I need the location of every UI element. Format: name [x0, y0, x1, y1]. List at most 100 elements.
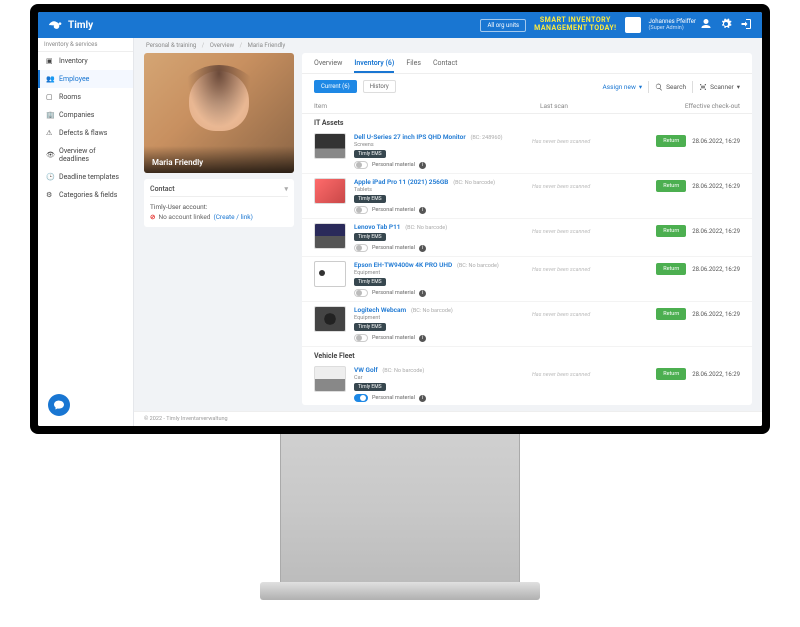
info-icon[interactable]: i [419, 162, 426, 169]
sidebar-icon: ▣ [46, 57, 54, 65]
logo[interactable]: Timly [48, 19, 93, 31]
return-button[interactable]: Return [656, 225, 686, 237]
sidebar-icon: 🕒 [46, 173, 54, 181]
item-category: Tablets [354, 187, 524, 193]
monitor-stand-neck [280, 434, 520, 584]
item-title[interactable]: Apple iPad Pro 11 (2021) 256GB [354, 178, 448, 186]
effective-date: 28.06.2022, 16:29 [692, 266, 740, 273]
item-barcode: (BC: No barcode) [457, 263, 499, 269]
return-button[interactable]: Return [656, 135, 686, 147]
return-button[interactable]: Return [656, 180, 686, 192]
item-category: Equipment [354, 315, 524, 321]
search-button[interactable]: Search [655, 83, 686, 91]
return-button[interactable]: Return [656, 308, 686, 320]
sidebar-item-label: Companies [59, 111, 94, 119]
item-barcode: (BC: No barcode) [382, 368, 424, 374]
filter-current[interactable]: Current (6) [314, 80, 357, 93]
col-last-scan: Last scan [540, 102, 640, 110]
personal-material-label: Personal material [372, 162, 415, 168]
chevron-down-icon[interactable]: ▾ [284, 185, 288, 193]
sidebar-item-label: Deadline templates [59, 173, 119, 181]
info-icon[interactable]: i [419, 395, 426, 402]
item-thumbnail[interactable] [314, 261, 346, 287]
top-bar: Timly All org units Smart Inventory Mana… [38, 12, 762, 38]
org-units-button[interactable]: All org units [480, 19, 526, 32]
tab-files[interactable]: Files [406, 59, 421, 73]
sidebar-item-inventory[interactable]: ▣Inventory [38, 52, 133, 70]
item-thumbnail[interactable] [314, 366, 346, 392]
sidebar-icon: ⚠ [46, 129, 54, 137]
sidebar-item-rooms[interactable]: ▢Rooms [38, 88, 133, 106]
personal-material-label: Personal material [372, 395, 415, 401]
tab-contact[interactable]: Contact [433, 59, 457, 73]
sidebar-icon: 👥 [46, 75, 54, 83]
sidebar-item-label: Defects & flaws [59, 129, 107, 137]
promo-banner: Smart Inventory Management Today! [534, 17, 616, 32]
crumb-b[interactable]: Overview [210, 42, 234, 49]
info-icon[interactable]: i [419, 245, 426, 252]
return-button[interactable]: Return [656, 368, 686, 380]
sidebar-item-categories-fields[interactable]: ⚙ Categories & fields [38, 186, 133, 204]
personal-material-toggle[interactable] [354, 394, 368, 402]
scanner-button[interactable]: Scanner ▾ [699, 83, 740, 91]
settings-icon[interactable] [720, 18, 732, 32]
item-tag: Timly EMS [354, 233, 386, 241]
user-menu[interactable]: Johannes Pfeiffer (Super Admin) [649, 18, 712, 33]
scanner-icon [699, 83, 707, 91]
info-icon[interactable]: i [419, 207, 426, 214]
item-thumbnail[interactable] [314, 306, 346, 332]
no-account-text: No account linked [158, 213, 210, 221]
last-scan-value: Has never been scanned [532, 133, 632, 145]
item-tag: Timly EMS [354, 195, 386, 203]
user-role: (Super Admin) [649, 25, 696, 31]
info-icon[interactable]: i [419, 290, 426, 297]
personal-material-toggle[interactable] [354, 289, 368, 297]
inventory-toolbar: Current (6) History Assign new ▾ [302, 74, 752, 99]
personal-material-toggle[interactable] [354, 161, 368, 169]
no-account-icon: ⊘ [150, 213, 155, 221]
promo-line2: Management Today! [534, 25, 616, 33]
info-icon[interactable]: i [419, 335, 426, 342]
item-title[interactable]: VW Golf [354, 366, 378, 374]
table-row: Logitech Webcam (BC: No barcode) Equipme… [302, 302, 752, 347]
logo-icon [48, 19, 64, 31]
item-thumbnail[interactable] [314, 223, 346, 249]
sidebar-item-defects-flaws[interactable]: ⚠ Defects & flaws [38, 124, 133, 142]
sidebar-item-companies[interactable]: 🏢Companies [38, 106, 133, 124]
return-button[interactable]: Return [656, 263, 686, 275]
table-body: IT Assets Dell U-Series 27 inch IPS QHD … [302, 114, 752, 405]
item-tag: Timly EMS [354, 278, 386, 286]
item-title[interactable]: Epson EH-TW9400w 4K PRO UHD [354, 261, 452, 269]
logout-icon[interactable] [740, 18, 752, 32]
create-link[interactable]: (Create / link) [213, 213, 252, 221]
tab-inventory[interactable]: Inventory (6) [354, 59, 394, 73]
sidebar-header: Inventory & services [38, 38, 133, 52]
sidebar-item-deadline-templates[interactable]: 🕒 Deadline templates [38, 168, 133, 186]
item-thumbnail[interactable] [314, 133, 346, 159]
tab-overview[interactable]: Overview [314, 59, 342, 73]
sidebar: Inventory & services ▣Inventory👥Employee… [38, 38, 134, 426]
item-tag: Timly EMS [354, 323, 386, 331]
chevron-down-icon: ▾ [737, 83, 740, 91]
col-effective: Effective check-out [640, 102, 740, 110]
sidebar-icon: ⚙ [46, 191, 54, 199]
sidebar-item-label: Categories & fields [59, 191, 117, 199]
group-vehicle-fleet: Vehicle Fleet [302, 347, 752, 362]
item-title[interactable]: Dell U-Series 27 inch IPS QHD Monitor [354, 133, 466, 141]
item-title[interactable]: Lenovo Tab P11 [354, 223, 401, 231]
personal-material-toggle[interactable] [354, 206, 368, 214]
sidebar-item-employee[interactable]: 👥Employee [38, 70, 133, 88]
effective-date: 28.06.2022, 16:29 [692, 138, 740, 145]
item-thumbnail[interactable] [314, 178, 346, 204]
item-category: Screens [354, 142, 524, 148]
personal-material-toggle[interactable] [354, 244, 368, 252]
sidebar-item-overview-of-deadlines[interactable]: 👁Overview of deadlines [38, 142, 133, 168]
item-title[interactable]: Logitech Webcam [354, 306, 406, 314]
inventory-card: Overview Inventory (6) Files Contact Cur… [302, 53, 752, 405]
personal-material-toggle[interactable] [354, 334, 368, 342]
filter-history[interactable]: History [363, 80, 396, 93]
last-scan-value: Has never been scanned [532, 306, 632, 318]
assign-new-button[interactable]: Assign new ▾ [603, 83, 643, 91]
chat-bubble[interactable] [48, 394, 70, 416]
crumb-a[interactable]: Personal & training [146, 42, 196, 49]
